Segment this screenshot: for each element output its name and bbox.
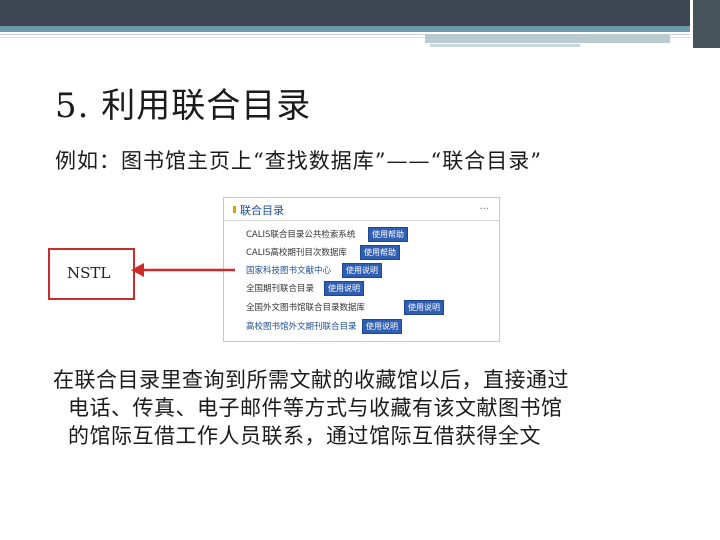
list-item: CALIS高校期刊目次数据库 使用帮助: [224, 245, 499, 261]
help-button[interactable]: 使用帮助: [368, 227, 408, 242]
header-tab-decoration: [425, 34, 670, 43]
slide-title: 5. 利用联合目录: [55, 86, 312, 126]
help-button[interactable]: 使用帮助: [360, 245, 400, 260]
header-corner-block: [693, 0, 720, 48]
body-paragraph: 在联合目录里查询到所需文献的收藏馆以后，直接通过 电话、传真、电子邮件等方式与收…: [53, 366, 693, 450]
body-line: 电话、传真、电子邮件等方式与收藏有该文献图书馆: [68, 396, 563, 420]
nstl-label: NSTL: [67, 264, 111, 282]
body-line: 在联合目录里查询到所需文献的收藏馆以后，直接通过: [53, 368, 569, 392]
help-button[interactable]: 使用说明: [324, 281, 364, 296]
help-button[interactable]: 使用说明: [404, 300, 444, 315]
nstl-callout: NSTL: [48, 248, 135, 300]
header-tab-decoration: [430, 44, 580, 47]
catalog-link[interactable]: 全国外文图书馆联合目录数据库: [246, 301, 365, 313]
list-item: CALIS联合目录公共检索系统 使用帮助: [224, 227, 499, 243]
catalog-link[interactable]: 全国期刊联合目录: [246, 282, 314, 294]
body-line: 的馆际互借工作人员联系，通过馆际互借获得全文: [68, 424, 541, 448]
catalog-link[interactable]: CALIS联合目录公共检索系统: [246, 228, 355, 240]
list-item: 全国外文图书馆联合目录数据库 使用说明: [224, 300, 499, 316]
list-item: 国家科技图书文献中心 使用说明: [224, 263, 499, 279]
bullet-icon: [233, 206, 236, 213]
help-button[interactable]: 使用说明: [342, 263, 382, 278]
catalog-link[interactable]: 高校图书馆外文期刊联合目录: [246, 320, 357, 332]
arrow-left-icon: [131, 263, 235, 277]
union-catalog-panel: 联合目录 ... CALIS联合目录公共检索系统 使用帮助 CALIS高校期刊目…: [223, 197, 500, 342]
more-link[interactable]: ...: [479, 201, 489, 212]
catalog-link[interactable]: CALIS高校期刊目次数据库: [246, 246, 347, 258]
slide-subtitle: 例如：图书馆主页上“查找数据库”——“联合目录”: [55, 149, 542, 173]
panel-title: 联合目录: [240, 204, 284, 217]
list-item: 高校图书馆外文期刊联合目录 使用说明: [224, 319, 499, 335]
panel-header: 联合目录 ...: [224, 198, 499, 221]
list-item: 全国期刊联合目录 使用说明: [224, 281, 499, 297]
header-bar: [0, 0, 690, 26]
help-button[interactable]: 使用说明: [362, 319, 402, 334]
header-accent-stripe: [0, 26, 690, 32]
catalog-link[interactable]: 国家科技图书文献中心: [246, 264, 331, 276]
